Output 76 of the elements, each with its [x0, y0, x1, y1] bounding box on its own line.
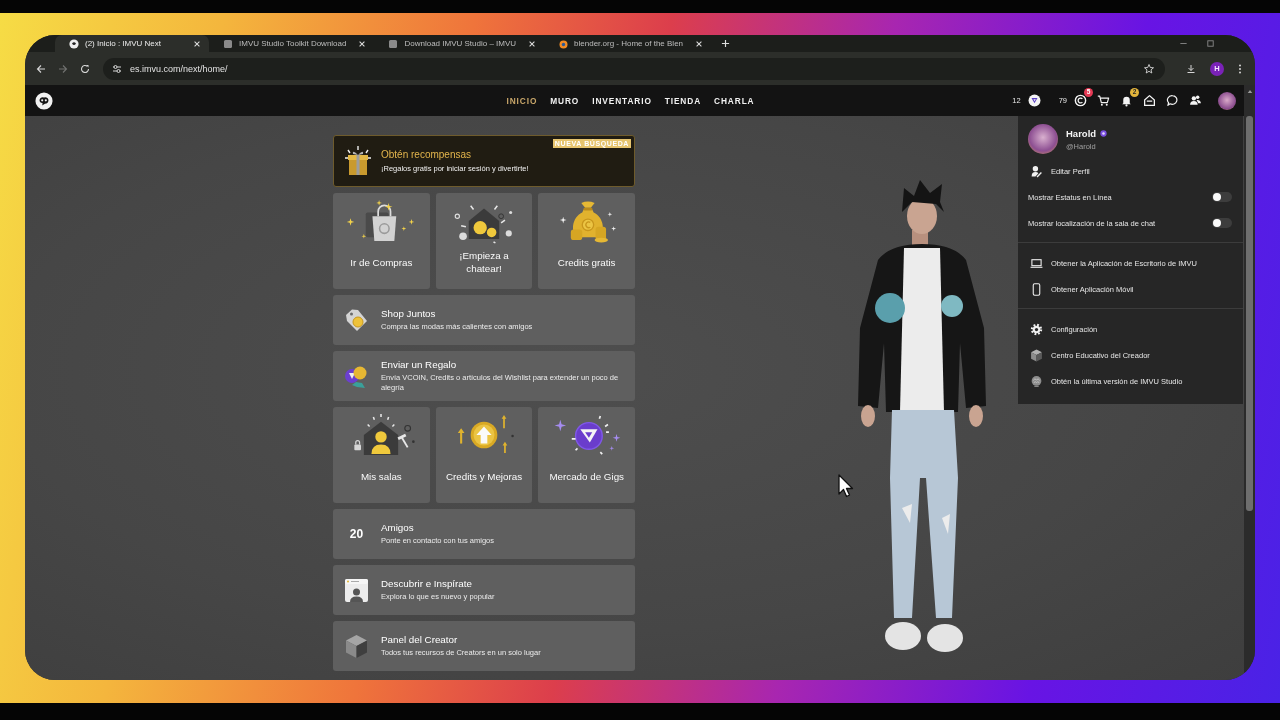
profile-card-icon [344, 577, 369, 603]
sliders-icon[interactable] [111, 62, 123, 75]
price-tag-icon [344, 307, 369, 333]
tab-title: Download IMVU Studio – IMVU [404, 39, 517, 48]
tile-label: Mis salas [360, 470, 402, 484]
tab-title: blender.org - Home of the Blen [574, 39, 684, 48]
mouse-pointer-icon [838, 474, 854, 498]
gift-icon [344, 145, 372, 177]
brain-icon [1030, 374, 1043, 388]
tile-label: Ir de Compras [350, 256, 413, 270]
blender-logo-icon [558, 38, 569, 49]
download-icon[interactable] [1185, 62, 1197, 75]
nav-link[interactable]: TIENDA [664, 95, 702, 106]
browser-tab[interactable]: (2) Inicio : IMVU Next [55, 35, 209, 52]
tile-label: ¡Empieza a chatear! [458, 250, 510, 276]
card-title: Shop Juntos [381, 307, 437, 319]
settings-icon [1030, 322, 1043, 336]
page-icon [388, 38, 399, 49]
banner-title: Obtén recompensas [381, 149, 473, 160]
close-icon[interactable] [358, 39, 367, 48]
scroll-up-icon[interactable] [1246, 89, 1253, 94]
chat-icon[interactable] [1166, 94, 1179, 107]
tab-title: IMVU Studio Toolkit Download [239, 39, 347, 48]
url-text: es.imvu.com/next/home/ [130, 63, 228, 74]
v-coin-icon[interactable] [1027, 94, 1041, 107]
people-icon[interactable] [1189, 94, 1202, 107]
cart-icon[interactable] [1097, 94, 1110, 107]
nav-link[interactable]: CHARLA [714, 95, 755, 106]
person-pencil-icon [1030, 164, 1043, 178]
bell-icon[interactable] [1120, 94, 1133, 107]
browser-tab[interactable]: blender.org - Home of the Blen [544, 35, 712, 52]
user-name: Harold [1066, 127, 1097, 139]
card-title: Descubrir e Inspírate [381, 577, 473, 589]
user-avatar[interactable] [1028, 124, 1058, 154]
toggle-switch[interactable] [1212, 192, 1232, 202]
back-icon[interactable] [35, 62, 47, 75]
feature-tile[interactable]: Mis salas [333, 407, 430, 503]
cube-icon [344, 633, 369, 659]
maximize-icon[interactable] [1206, 39, 1215, 48]
address-bar[interactable]: es.imvu.com/next/home/ [103, 57, 1165, 80]
phone-icon [1030, 282, 1043, 296]
tile-label: Mercado de Gigs [549, 470, 624, 484]
close-icon[interactable] [528, 39, 537, 48]
page-icon [223, 38, 233, 49]
browser-tab[interactable]: IMVU Studio Toolkit Download [209, 35, 375, 52]
friend-count: 20 [348, 527, 365, 541]
feature-tile[interactable]: Credits y Mejoras [435, 407, 533, 503]
nav-link[interactable]: INICIO [506, 95, 538, 106]
toggle-switch[interactable] [1212, 218, 1232, 228]
coin-icon[interactable] [1074, 94, 1087, 107]
cube-icon [1030, 348, 1043, 362]
card-title: Panel del Creator [381, 633, 459, 645]
laptop-icon [1030, 256, 1043, 270]
star-icon[interactable] [1143, 62, 1155, 75]
home-icon[interactable] [1143, 94, 1156, 107]
nav-link[interactable]: INVENTARIO [592, 95, 652, 106]
verified-badge-icon [1100, 129, 1108, 137]
feature-tile[interactable]: Credits gratis [538, 193, 635, 289]
feature-tile[interactable]: Mercado de Gigs [538, 407, 635, 503]
close-icon[interactable] [695, 39, 704, 48]
user-avatar[interactable] [1218, 91, 1236, 110]
card-title: Amigos [381, 521, 415, 533]
logo-icon[interactable] [35, 91, 53, 110]
browser-tab[interactable]: Download IMVU Studio – IMVU [374, 35, 545, 52]
reload-icon[interactable] [79, 62, 91, 75]
tab-title: (2) Inicio : IMVU Next [85, 39, 162, 48]
feature-tile[interactable]: ¡Empieza a chatear! [435, 193, 533, 289]
new-tab-icon[interactable] [721, 39, 731, 48]
close-icon[interactable] [193, 39, 201, 48]
tile-label: Credits gratis [557, 256, 616, 270]
logo-icon [69, 38, 79, 49]
tile-label: Credits y Mejoras [445, 470, 523, 484]
feature-tile[interactable]: Ir de Compras [333, 193, 430, 289]
card-title: Enviar un Regalo [381, 358, 458, 370]
scrollbar-thumb[interactable] [1246, 116, 1253, 511]
nav-link[interactable]: MURO [550, 95, 580, 106]
